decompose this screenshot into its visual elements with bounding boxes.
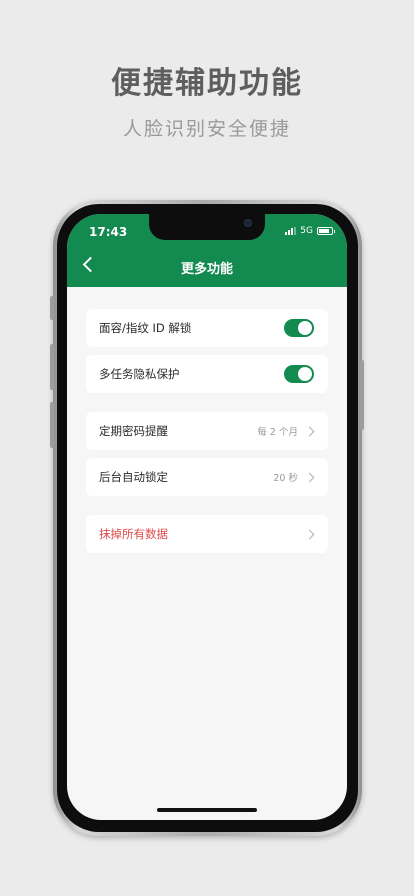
status-time: 17:43 — [89, 225, 128, 239]
side-button-power — [360, 360, 364, 430]
setting-auto-lock-label: 后台自动锁定 — [99, 470, 168, 484]
page-title: 更多功能 — [180, 262, 233, 277]
toggle-knob — [298, 367, 312, 381]
toggle-knob — [298, 321, 312, 335]
home-indicator[interactable] — [157, 808, 257, 812]
setting-erase-data-label: 抹掉所有数据 — [99, 527, 168, 541]
front-camera-icon — [244, 219, 252, 227]
setting-multitask-privacy-label: 多任务隐私保护 — [99, 367, 180, 381]
chevron-right-icon — [304, 529, 315, 539]
side-button-volume-up — [50, 344, 54, 390]
chevron-right-icon — [304, 472, 315, 482]
setting-erase-data[interactable]: 抹掉所有数据 — [86, 515, 328, 553]
setting-auto-lock[interactable]: 后台自动锁定 20 秒 — [86, 458, 328, 496]
multitask-privacy-toggle[interactable] — [284, 365, 314, 383]
setting-password-reminder-value: 每 2 个月 — [257, 427, 298, 438]
setting-auto-lock-value: 20 秒 — [273, 473, 298, 484]
phone-screen: 17:43 5G 更多功能 面容/指纹 ID 解锁 多任务隐私保护 定期密码提醒… — [67, 214, 347, 820]
signal-icon — [285, 227, 297, 235]
status-indicators: 5G — [285, 226, 335, 236]
setting-face-id-label: 面容/指纹 ID 解锁 — [99, 321, 192, 335]
side-button-mute — [50, 296, 54, 320]
promo-headline: 便捷辅助功能 — [111, 66, 303, 101]
chevron-right-icon — [304, 426, 315, 436]
promo-subline: 人脸识别安全便捷 — [122, 118, 291, 140]
setting-face-id[interactable]: 面容/指纹 ID 解锁 — [86, 309, 328, 347]
setting-password-reminder-label: 定期密码提醒 — [99, 424, 168, 438]
side-button-volume-down — [50, 402, 54, 448]
network-type: 5G — [300, 226, 313, 236]
setting-multitask-privacy[interactable]: 多任务隐私保护 — [86, 355, 328, 393]
battery-icon — [317, 227, 335, 235]
notch — [149, 214, 265, 240]
setting-password-reminder[interactable]: 定期密码提醒 每 2 个月 — [86, 412, 328, 450]
face-id-toggle[interactable] — [284, 319, 314, 337]
